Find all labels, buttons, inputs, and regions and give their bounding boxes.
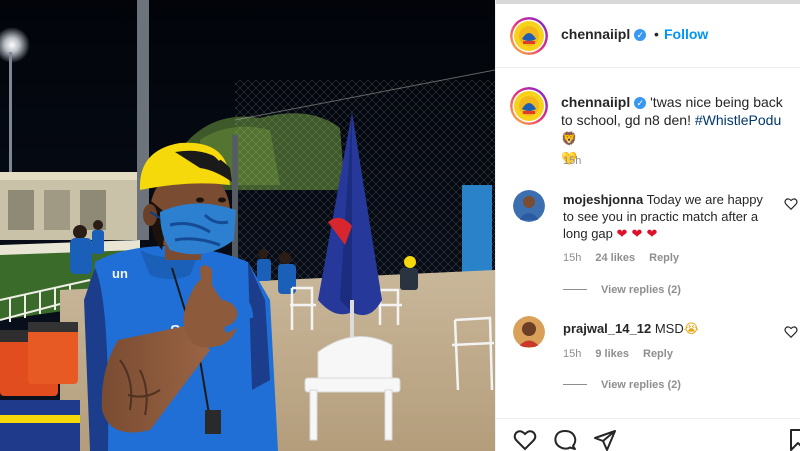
comment-username[interactable]: prajwal_14_12	[563, 321, 651, 336]
post-photo[interactable]: un S	[0, 0, 495, 451]
author-username-text: chennaiipl	[561, 26, 631, 42]
caption-text: chennaiipl ✓ 'twas nice being back to sch…	[561, 93, 797, 169]
author-username[interactable]: chennaiipl ✓	[561, 26, 647, 42]
comment-meta: 15h 24 likes Reply	[563, 252, 693, 264]
comment-likes[interactable]: 9 likes	[595, 348, 629, 360]
view-replies-label: View replies (2)	[601, 379, 681, 391]
follow-button[interactable]: Follow	[664, 26, 708, 42]
crying-face-emoji-icon: 😭	[683, 322, 699, 337]
avatar-image	[513, 190, 545, 222]
csk-logo-icon	[510, 17, 548, 55]
post-actions-bar	[496, 418, 800, 451]
comment-text: mojeshjonna Today we are happy to see yo…	[563, 191, 777, 243]
caption-timestamp[interactable]: 15h	[563, 155, 581, 167]
commenter-avatar[interactable]	[513, 316, 545, 348]
red-hearts-emoji-icon: ❤ ❤ ❤	[616, 227, 658, 242]
comment-time[interactable]: 15h	[563, 348, 581, 360]
comment-username[interactable]: mojeshjonna	[563, 192, 643, 207]
verified-badge-icon: ✓	[634, 97, 647, 109]
view-replies-label: View replies (2)	[601, 284, 681, 296]
reply-button[interactable]: Reply	[643, 348, 673, 360]
bookmark-icon[interactable]	[786, 428, 800, 451]
like-comment-heart-icon[interactable]	[784, 325, 798, 339]
reply-button[interactable]: Reply	[649, 252, 679, 264]
hashtag-link[interactable]: #WhistlePodu	[695, 112, 781, 128]
separator-dot: •	[654, 26, 659, 42]
view-replies-button[interactable]: View replies (2)	[563, 284, 681, 296]
comment-time[interactable]: 15h	[563, 252, 581, 264]
avatar-image	[513, 316, 545, 348]
lion-emoji-icon: 🦁	[561, 132, 578, 147]
share-icon[interactable]	[593, 428, 617, 451]
comment-likes[interactable]: 24 likes	[595, 252, 635, 264]
post-side-panel: chennaiipl ✓ • Follow chennaiipl ✓ 'twas n…	[495, 0, 800, 451]
comment-body: MSD	[654, 321, 684, 336]
csk-logo-icon	[510, 87, 548, 125]
author-avatar[interactable]	[510, 17, 548, 55]
jersey-text: un	[112, 266, 128, 281]
verified-badge-icon: ✓	[634, 29, 647, 41]
post-header: chennaiipl ✓ • Follow	[496, 4, 800, 68]
comment-icon[interactable]	[553, 428, 577, 451]
caption-username[interactable]: chennaiipl	[561, 94, 630, 110]
like-comment-heart-icon[interactable]	[784, 197, 798, 211]
caption-avatar[interactable]	[510, 87, 548, 125]
commenter-avatar[interactable]	[513, 190, 545, 222]
comment-text: prajwal_14_12 MSD😭	[563, 320, 777, 338]
comment-meta: 15h 9 likes Reply	[563, 348, 687, 360]
heart-icon[interactable]	[513, 428, 537, 451]
view-replies-button[interactable]: View replies (2)	[563, 379, 681, 391]
post-image: un S	[0, 0, 495, 451]
